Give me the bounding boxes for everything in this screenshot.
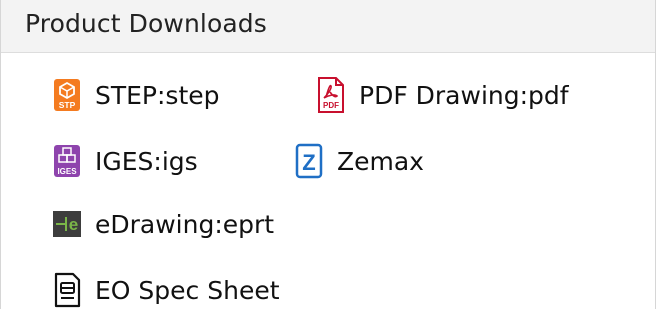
step-icon-text: STP [59, 100, 76, 110]
download-edrawing-label: eDrawing:eprt [95, 209, 275, 239]
panel-title: Product Downloads [25, 9, 267, 38]
edrawing-icon-text: e [69, 215, 78, 234]
iges-file-icon: IGES [53, 143, 81, 179]
download-pdf-label: PDF Drawing:pdf [359, 80, 569, 110]
spec-sheet-icon [53, 272, 81, 308]
download-spec-sheet-label: EO Spec Sheet [95, 275, 280, 305]
download-edrawing-link[interactable]: e eDrawing:eprt [53, 204, 274, 244]
step-file-icon: STP [53, 77, 81, 113]
zemax-icon: Z [295, 143, 323, 179]
download-iges-label: IGES:igs [95, 146, 198, 176]
edrawing-icon: e [53, 206, 81, 242]
download-spec-sheet-link[interactable]: EO Spec Sheet [53, 270, 280, 310]
pdf-file-icon: PDF [317, 77, 345, 113]
iges-icon-text: IGES [57, 167, 77, 176]
download-step-link[interactable]: STP STEP:step [53, 75, 220, 115]
download-zemax-label: Zemax [337, 146, 424, 176]
download-step-label: STEP:step [95, 80, 220, 110]
download-pdf-link[interactable]: PDF PDF Drawing:pdf [317, 75, 569, 115]
zemax-icon-text: Z [302, 150, 315, 175]
pdf-icon-text: PDF [323, 101, 339, 110]
panel-header: Product Downloads [1, 0, 655, 53]
download-iges-link[interactable]: IGES IGES:igs [53, 141, 198, 181]
product-downloads-panel: Product Downloads STP STEP:step PDF PDF … [0, 0, 656, 309]
download-zemax-link[interactable]: Z Zemax [295, 141, 424, 181]
